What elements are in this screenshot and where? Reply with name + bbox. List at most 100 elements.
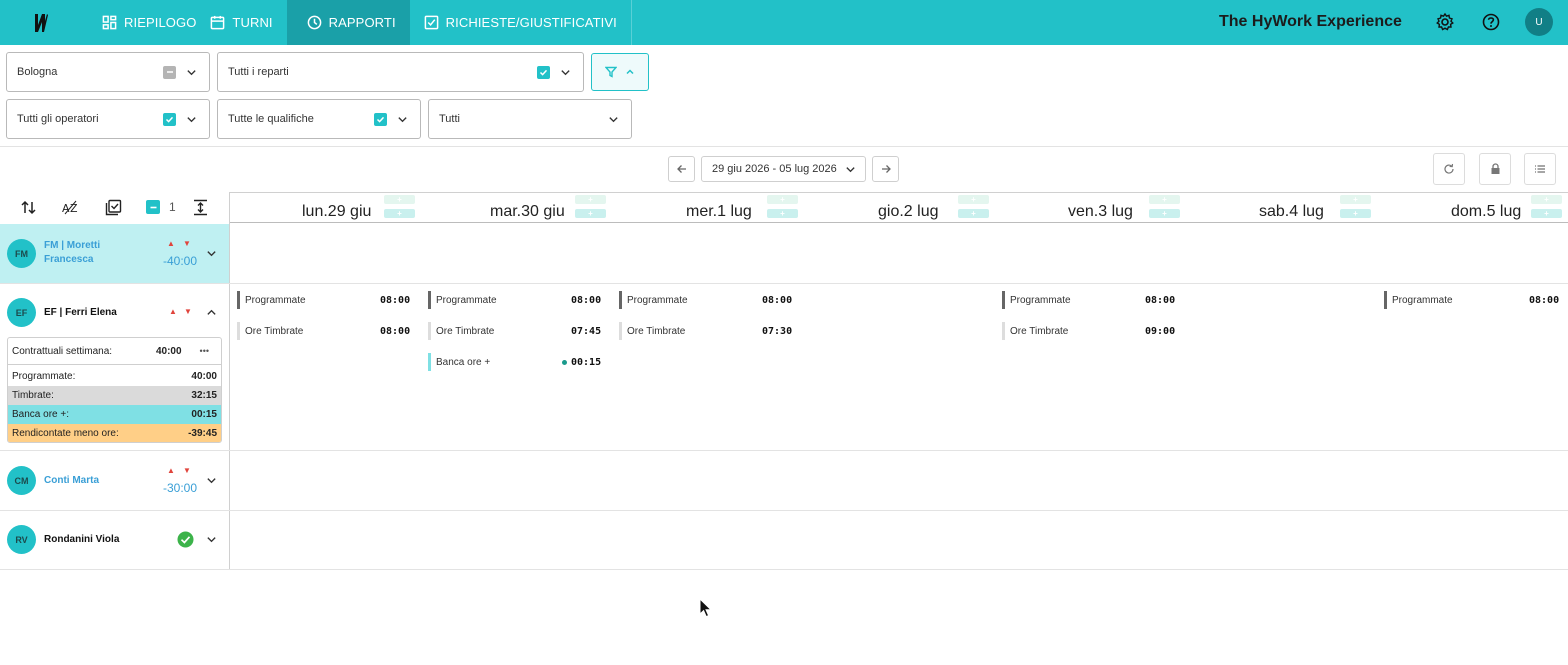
entry-programmate-tue[interactable]: Programmate 08:00 (428, 291, 601, 309)
lock-button[interactable] (1479, 153, 1511, 185)
employee-row-fm[interactable]: FM FM | Moretti Francesca ▲ ▼ -40:00 (0, 224, 229, 283)
add-shift-button[interactable]: + (958, 195, 989, 204)
employee-name-line2: Francesca (44, 254, 94, 265)
date-range-select[interactable]: 29 giu 2026 - 05 lug 2026 (701, 156, 866, 182)
app-logo[interactable] (0, 0, 82, 45)
add-entry-button[interactable]: + (1531, 209, 1562, 218)
contract-hours-value: 40:00 (155, 345, 182, 357)
entry-bar (237, 322, 240, 340)
prev-week-button[interactable] (668, 156, 695, 182)
qualifications-checkbox[interactable] (374, 112, 387, 126)
add-shift-button[interactable]: + (1340, 195, 1371, 204)
chevron-down-icon (398, 116, 407, 122)
add-entry-button[interactable]: + (575, 209, 606, 218)
filter-icon (605, 66, 617, 78)
entry-banca-tue[interactable]: Banca ore + 00:15 (428, 353, 601, 371)
entry-label: Programmate (436, 294, 497, 306)
site-select[interactable]: Bologna (6, 52, 210, 92)
entry-timbrate-fri[interactable]: Ore Timbrate 09:00 (1002, 322, 1175, 340)
entry-programmate-wed[interactable]: Programmate 08:00 (619, 291, 792, 309)
employee-name: Conti Marta (44, 475, 99, 486)
operators-select-value: Tutti gli operatori (17, 113, 99, 125)
hours-balance: -30:00 (163, 481, 198, 495)
entry-label: Ore Timbrate (1010, 325, 1069, 337)
deselect-checkbox[interactable] (146, 200, 160, 214)
date-range-value: 29 giu 2026 - 05 lug 2026 (712, 163, 837, 175)
entry-label: Programmate (245, 294, 306, 306)
help-icon[interactable] (1481, 12, 1501, 32)
avatar: RV (7, 525, 36, 554)
entry-bar (237, 291, 240, 309)
entry-programmate-mon[interactable]: Programmate 08:00 (237, 291, 410, 309)
add-entry-button[interactable]: + (384, 209, 415, 218)
entry-programmate-sun[interactable]: Programmate 08:00 (1384, 291, 1559, 309)
arrow-right-icon (881, 165, 891, 173)
add-entry-button[interactable]: + (958, 209, 989, 218)
entry-programmate-fri[interactable]: Programmate 08:00 (1002, 291, 1175, 309)
row-divider (0, 569, 1568, 570)
chevron-down-icon[interactable] (206, 534, 217, 545)
add-entry-button[interactable]: + (1149, 209, 1180, 218)
add-shift-button[interactable]: + (1531, 195, 1562, 204)
minus-icon (166, 71, 173, 73)
employee-row-rv[interactable]: RV Rondanini Viola (0, 511, 229, 570)
nav-tab-riepilogo[interactable]: RIEPILOGO (82, 0, 210, 45)
chevron-down-icon[interactable] (206, 248, 217, 259)
sort-icon[interactable] (20, 199, 37, 216)
arrow-left-icon (676, 165, 686, 173)
list-view-button[interactable] (1524, 153, 1556, 185)
refresh-button[interactable] (1433, 153, 1465, 185)
employee-name: Rondanini Viola (44, 534, 120, 545)
list-toolbar: AZ 1 (0, 192, 229, 223)
status-select[interactable]: Tutti (428, 99, 632, 139)
user-avatar[interactable]: U (1525, 8, 1553, 36)
site-partial-checkbox[interactable] (163, 65, 176, 79)
more-options-icon[interactable]: ••• (200, 346, 209, 356)
entry-bar (619, 291, 622, 309)
department-checkbox[interactable] (537, 65, 550, 79)
day-header-label: mar.30 giu (490, 203, 565, 220)
entry-label: Programmate (1392, 294, 1453, 306)
chevron-down-icon[interactable] (206, 475, 217, 486)
operators-select[interactable]: Tutti gli operatori (6, 99, 210, 139)
chevron-up-icon[interactable] (206, 307, 217, 318)
select-all-icon[interactable] (105, 199, 122, 216)
triangle-down-icon: ▼ (184, 307, 192, 316)
triangle-up-icon: ▲ (167, 466, 175, 475)
days-header: lun.29 giu mar.30 giu mer.1 lug gio.2 lu… (229, 192, 1568, 223)
entry-bar (619, 322, 622, 340)
entry-value: 08:00 (380, 294, 411, 306)
add-shift-button[interactable]: + (575, 195, 606, 204)
employee-row-cm[interactable]: CM Conti Marta ▲ ▼ -30:00 (0, 451, 229, 510)
nav-tab-label: RICHIESTE/GIUSTIFICATIVI (445, 15, 617, 30)
triangle-down-icon: ▼ (183, 239, 191, 248)
entry-timbrate-wed[interactable]: Ore Timbrate 07:30 (619, 322, 792, 340)
add-entry-button[interactable]: + (1340, 209, 1371, 218)
entry-value: 07:45 (571, 325, 602, 337)
expand-vertical-icon[interactable] (192, 199, 209, 216)
qualifications-select[interactable]: Tutte le qualifiche (217, 99, 421, 139)
entry-label: Ore Timbrate (436, 325, 495, 337)
entry-timbrate-mon[interactable]: Ore Timbrate 08:00 (237, 322, 410, 340)
selected-count: 1 (169, 200, 176, 214)
add-shift-button[interactable]: + (1149, 195, 1180, 204)
day-header-label: lun.29 giu (302, 203, 372, 220)
nav-tab-rapporti[interactable]: RAPPORTI (286, 0, 410, 45)
day-header-label: mer.1 lug (686, 203, 752, 220)
entry-label: Programmate (627, 294, 688, 306)
sort-alpha-icon[interactable]: AZ (62, 199, 79, 216)
status-select-value: Tutti (439, 113, 460, 125)
next-week-button[interactable] (872, 156, 899, 182)
nav-tab-richieste[interactable]: RICHIESTE/GIUSTIFICATIVI (410, 0, 631, 45)
add-entry-button[interactable]: + (767, 209, 798, 218)
add-shift-button[interactable]: + (384, 195, 415, 204)
gear-icon[interactable] (1435, 12, 1455, 32)
entry-timbrate-tue[interactable]: Ore Timbrate 07:45 (428, 322, 601, 340)
operators-checkbox[interactable] (163, 112, 176, 126)
nav-tab-turni[interactable]: TURNI (210, 0, 286, 45)
filter-toggle-button[interactable] (591, 53, 649, 91)
add-shift-button[interactable]: + (767, 195, 798, 204)
summary-label: Rendicontate meno ore: (12, 428, 119, 439)
department-select[interactable]: Tutti i reparti (217, 52, 584, 92)
entry-value: 08:00 (571, 294, 602, 306)
